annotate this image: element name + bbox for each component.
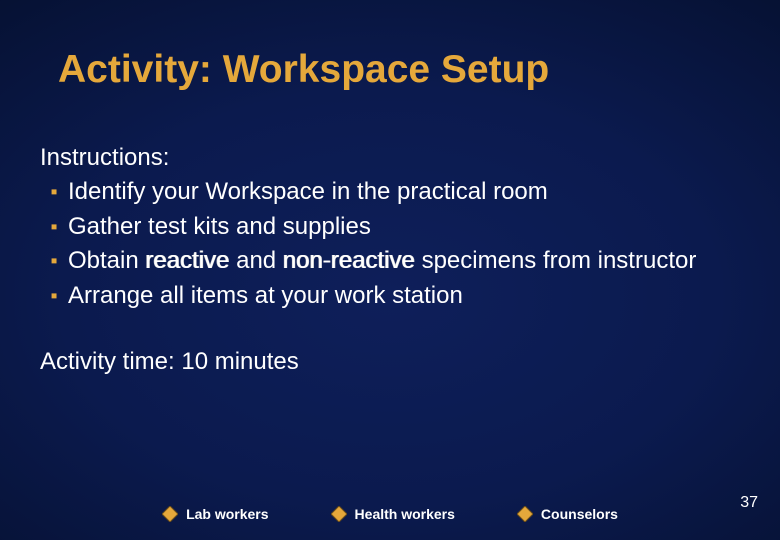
bullet-icon: ▪: [40, 245, 68, 277]
bullet-text: Identify your Workspace in the practical…: [68, 176, 740, 208]
emphasis-reactive: reactive: [145, 247, 229, 274]
list-item: ▪ Gather test kits and supplies: [40, 211, 740, 243]
bullet-suffix: specimens from instructor: [415, 247, 696, 274]
legend-label: Counselors: [541, 506, 618, 522]
legend-item-lab: Lab workers: [162, 506, 268, 522]
bullet-text: Arrange all items at your work station: [68, 280, 740, 312]
bullet-icon: ▪: [40, 280, 68, 312]
slide: Activity: Workspace Setup Instructions: …: [0, 0, 780, 540]
list-item: ▪ Obtain reactive and non-reactive speci…: [40, 245, 740, 277]
bullet-middle: and: [229, 247, 282, 274]
diamond-icon: [517, 506, 533, 522]
diamond-icon: [162, 506, 178, 522]
legend-item-counselors: Counselors: [517, 506, 618, 522]
list-item: ▪ Identify your Workspace in the practic…: [40, 176, 740, 208]
page-number: 37: [740, 494, 758, 512]
emphasis-nonreactive: non-reactive: [283, 247, 415, 274]
slide-body: Instructions: ▪ Identify your Workspace …: [40, 142, 740, 378]
bullet-text: Obtain reactive and non-reactive specime…: [68, 245, 740, 277]
legend: Lab workers Health workers Counselors: [0, 506, 780, 522]
instructions-label: Instructions:: [40, 142, 740, 174]
bullet-text: Gather test kits and supplies: [68, 211, 740, 243]
slide-title: Activity: Workspace Setup: [58, 48, 549, 92]
diamond-icon: [331, 506, 347, 522]
activity-time: Activity time: 10 minutes: [40, 346, 740, 378]
bullet-icon: ▪: [40, 176, 68, 208]
bullet-icon: ▪: [40, 211, 68, 243]
legend-label: Lab workers: [186, 506, 268, 522]
bullet-prefix: Obtain: [68, 247, 145, 274]
legend-item-health: Health workers: [331, 506, 455, 522]
list-item: ▪ Arrange all items at your work station: [40, 280, 740, 312]
instructions-list: ▪ Identify your Workspace in the practic…: [40, 176, 740, 312]
legend-label: Health workers: [355, 506, 455, 522]
